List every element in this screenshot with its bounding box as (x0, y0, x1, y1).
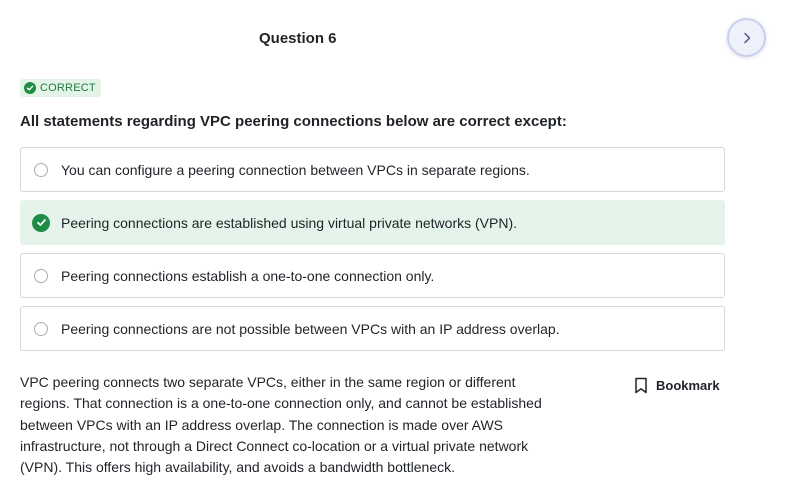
answer-option-label: Peering connections are not possible bet… (61, 320, 560, 337)
radio-icon[interactable] (34, 321, 48, 336)
question-title: Question 6 (259, 30, 337, 47)
check-circle-icon (32, 213, 50, 232)
chevron-right-icon (743, 32, 750, 43)
next-question-button[interactable] (727, 18, 766, 57)
answer-option-label: You can configure a peering connection b… (61, 161, 530, 178)
answer-options: You can configure a peering connection b… (20, 147, 725, 359)
radio-icon[interactable] (34, 268, 48, 283)
quiz-page: Question 6 CORRECT All statements regard… (0, 0, 785, 486)
bookmark-button[interactable]: Bookmark (634, 377, 720, 394)
answer-option[interactable]: Peering connections establish a one-to-o… (20, 253, 725, 298)
bookmark-icon (635, 377, 647, 394)
question-prompt: All statements regarding VPC peering con… (20, 113, 567, 130)
answer-option-label: Peering connections establish a one-to-o… (61, 267, 435, 284)
status-label: CORRECT (40, 82, 96, 94)
check-circle-icon (24, 82, 36, 94)
answer-option[interactable]: You can configure a peering connection b… (20, 147, 725, 192)
answer-explanation: VPC peering connects two separate VPCs, … (20, 374, 542, 476)
bookmark-label: Bookmark (656, 378, 720, 393)
answer-option-selected[interactable]: Peering connections are established usin… (20, 200, 725, 245)
answer-option[interactable]: Peering connections are not possible bet… (20, 306, 725, 351)
answer-option-label: Peering connections are established usin… (61, 214, 518, 231)
status-badge: CORRECT (20, 79, 101, 97)
radio-icon[interactable] (34, 162, 48, 177)
